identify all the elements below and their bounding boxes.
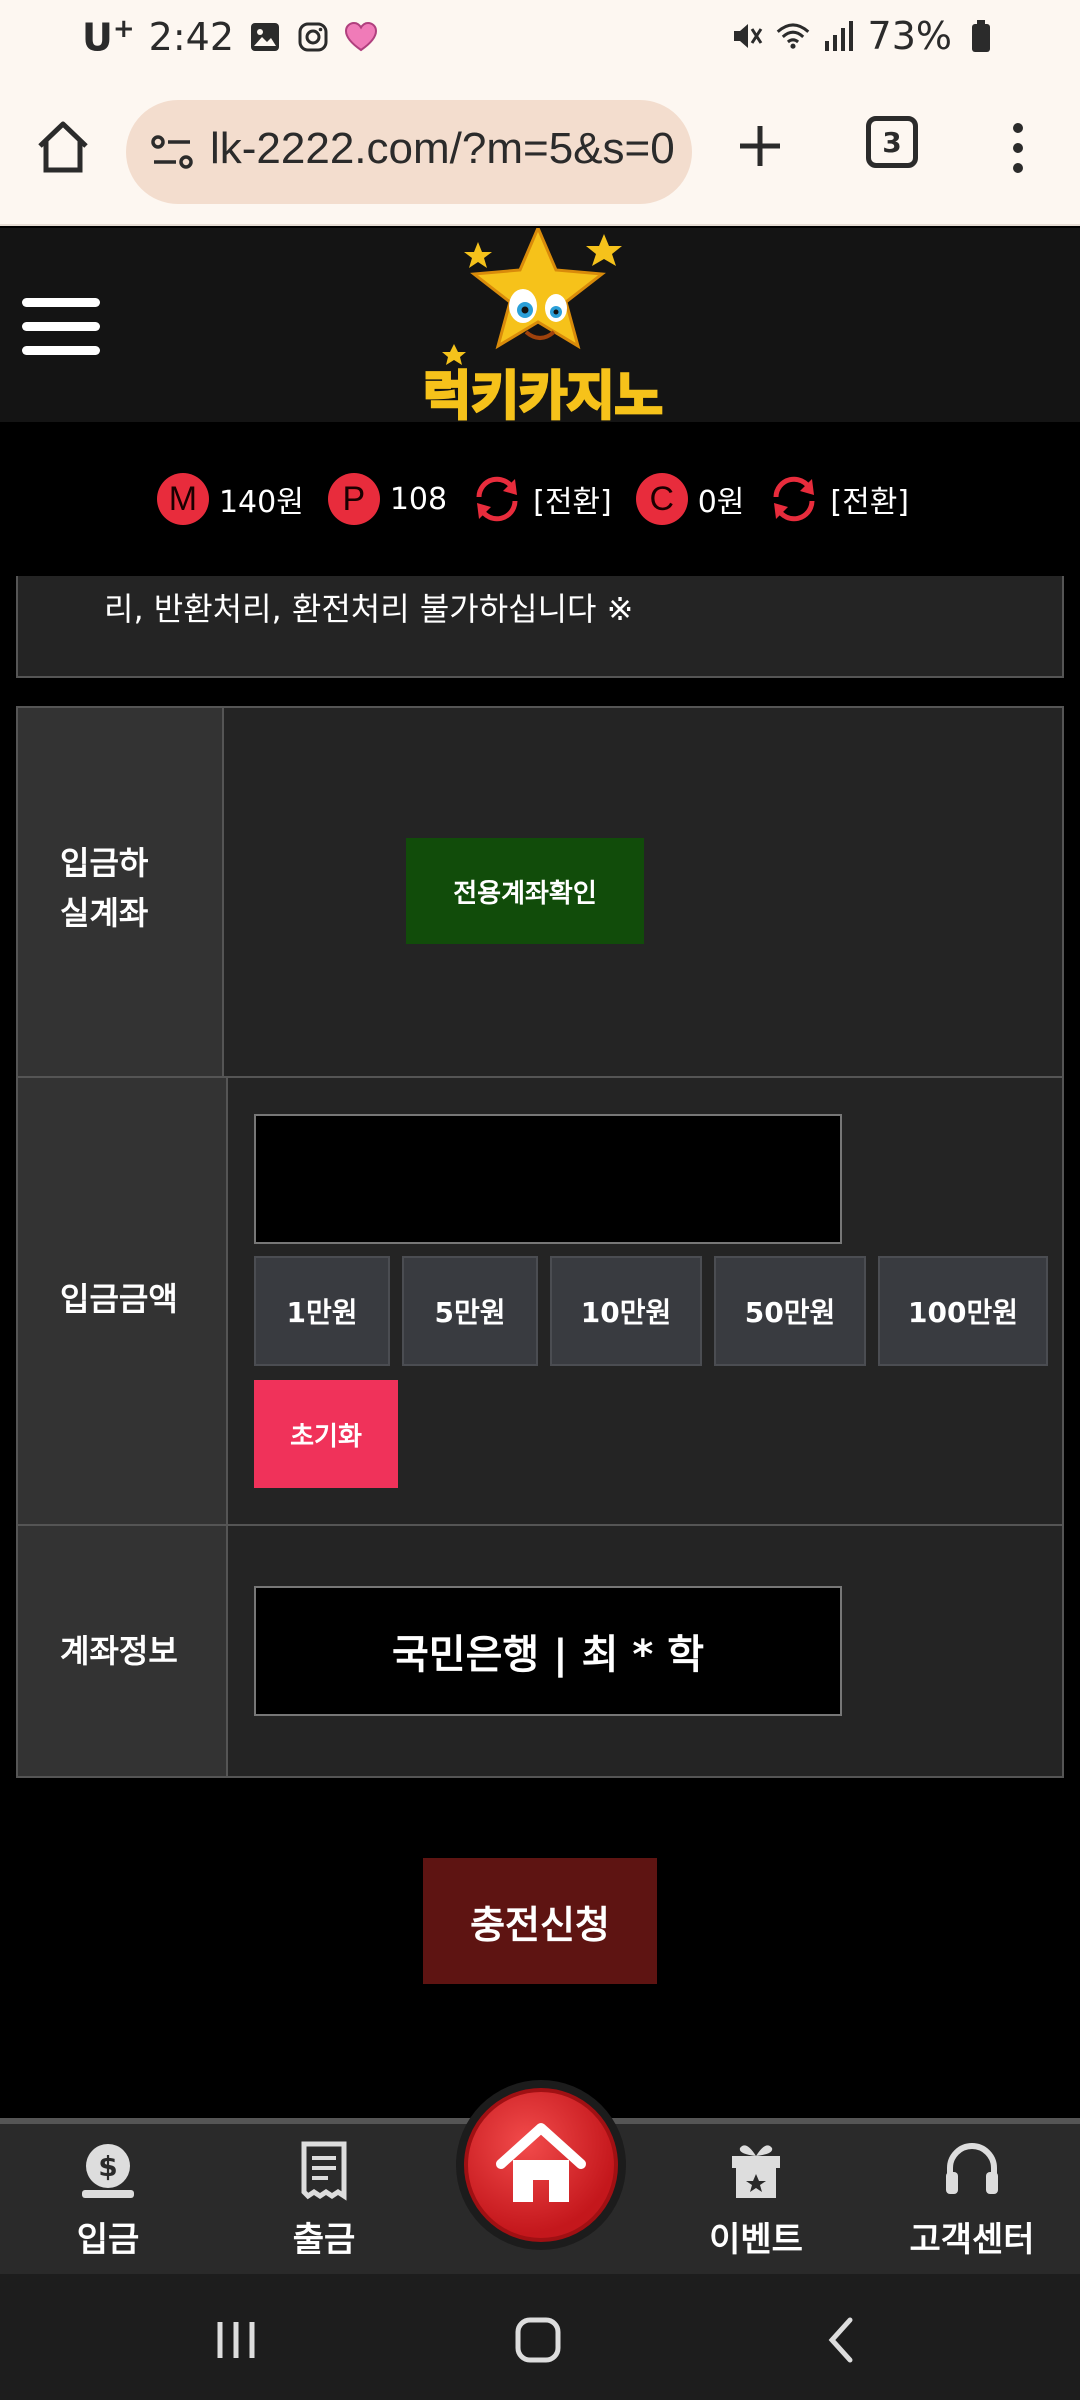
- recent-apps-button[interactable]: [206, 2310, 266, 2370]
- amount-1m-button[interactable]: 100만원: [878, 1256, 1048, 1366]
- refresh-icon[interactable]: [471, 473, 523, 525]
- clock: 2:42: [148, 14, 234, 59]
- nav-event-label: 이벤트: [709, 2220, 803, 2260]
- url-text: lk-2222.com/?m=5&s=0: [210, 124, 675, 173]
- nav-deposit-label: 입금: [76, 2220, 140, 2260]
- svg-text:$: $: [98, 2150, 117, 2183]
- deposit-account-content: 전용계좌확인: [18, 708, 1062, 1076]
- money-balance: 140원: [218, 485, 304, 520]
- amount-100k-button[interactable]: 10만원: [550, 1256, 702, 1366]
- amount-500k-button[interactable]: 50만원: [714, 1256, 866, 1366]
- home-button[interactable]: [464, 2088, 618, 2242]
- new-tab-button[interactable]: [730, 116, 790, 176]
- nav-deposit[interactable]: $ 입금: [28, 2138, 188, 2278]
- logo-wordmark: 럭키카지노: [423, 367, 662, 422]
- charge-request-button[interactable]: 충전신청: [423, 1858, 657, 1984]
- balance-bar: M 140원 P 108 [전환] C 0원 [전환]: [0, 422, 1080, 576]
- nav-withdraw[interactable]: 출금: [244, 2138, 404, 2278]
- deposit-form: 입금하 실계좌 전용계좌확인 입금금액 1만원 5만원 10만원 50만원 10…: [16, 706, 1064, 1778]
- back-chevron-icon: [828, 2317, 853, 2363]
- headset-icon: [946, 2143, 998, 2194]
- wifi-icon: [776, 19, 810, 53]
- nav-home[interactable]: [456, 2080, 626, 2250]
- browser-toolbar: lk-2222.com/?m=5&s=0 3: [0, 76, 1080, 226]
- tab-switcher-button[interactable]: 3: [866, 116, 918, 168]
- system-home-button[interactable]: [508, 2310, 568, 2370]
- nav-support[interactable]: 고객센터: [892, 2138, 1052, 2278]
- point-badge: P: [327, 473, 380, 525]
- casino-convert-link[interactable]: [전환]: [830, 477, 909, 521]
- plus-icon: [740, 126, 780, 166]
- amount-input[interactable]: [254, 1114, 842, 1244]
- system-nav-bar: [0, 2274, 1080, 2400]
- hamburger-bar: [22, 322, 100, 331]
- carrier-label: U+: [82, 14, 135, 60]
- home-icon: [496, 2123, 586, 2202]
- hamburger-bar: [22, 298, 100, 307]
- site-header: 럭키카지노: [0, 224, 1080, 429]
- square-home-icon: [515, 2317, 561, 2363]
- money-bag-icon: $: [82, 2144, 134, 2198]
- signal-icon: [822, 19, 856, 53]
- deposit-account-row: 입금하 실계좌 전용계좌확인: [18, 708, 1062, 1078]
- browser-home-button[interactable]: [34, 118, 92, 176]
- account-info-content: 국민은행 | 최 * 학: [18, 1526, 1062, 1776]
- point-balance: 108: [389, 481, 448, 517]
- battery-percent: 73%: [867, 14, 952, 58]
- address-bar[interactable]: lk-2222.com/?m=5&s=0: [126, 100, 692, 204]
- gallery-icon: [248, 20, 282, 54]
- point-convert-link[interactable]: [전환]: [533, 477, 612, 521]
- notice-box: 리, 반환처리, 환전처리 불가하십니다 ※: [16, 576, 1064, 678]
- casino-balance: 0원: [697, 485, 745, 520]
- nav-event[interactable]: 이벤트: [676, 2138, 836, 2278]
- amount-50k-button[interactable]: 5만원: [402, 1256, 538, 1366]
- money-badge: M: [156, 473, 209, 525]
- nav-withdraw-label: 출금: [292, 2220, 356, 2260]
- battery-icon: [964, 19, 998, 53]
- nav-support-label: 고객센터: [909, 2220, 1035, 2260]
- account-info-row: 계좌정보 국민은행 | 최 * 학: [18, 1526, 1062, 1776]
- deposit-amount-row: 입금금액 1만원 5만원 10만원 50만원 100만원 초기화: [18, 1078, 1062, 1526]
- home-icon: [38, 121, 88, 173]
- heart-icon: [344, 20, 378, 54]
- instagram-icon: [296, 20, 330, 54]
- more-vert-icon: [1013, 123, 1023, 173]
- mute-icon: [730, 19, 764, 53]
- deposit-amount-content: 1만원 5만원 10만원 50만원 100만원 초기화: [18, 1078, 1062, 1524]
- status-bar: U+ 2:42 73%: [0, 0, 1080, 76]
- status-right: 73%: [730, 14, 998, 58]
- reset-amount-button[interactable]: 초기화: [254, 1380, 398, 1488]
- star-mascot-logo: 럭키카지노: [422, 224, 664, 429]
- hamburger-menu-button[interactable]: [22, 298, 100, 355]
- account-info-value: 국민은행 | 최 * 학: [254, 1586, 842, 1716]
- confirm-account-button[interactable]: 전용계좌확인: [406, 838, 644, 944]
- status-left: U+ 2:42: [82, 14, 378, 60]
- browser-menu-button[interactable]: [1000, 116, 1036, 180]
- notice-text: 리, 반환처리, 환전처리 불가하십니다 ※: [104, 590, 634, 628]
- gift-icon: [732, 2145, 780, 2198]
- receipt-icon: [301, 2141, 347, 2201]
- casino-badge: C: [635, 473, 688, 525]
- refresh-icon[interactable]: [768, 473, 820, 525]
- site-logo[interactable]: 럭키카지노: [398, 224, 688, 429]
- recents-icon: [217, 2322, 255, 2358]
- hamburger-bar: [22, 346, 100, 355]
- system-back-button[interactable]: [812, 2310, 872, 2370]
- amount-10k-button[interactable]: 1만원: [254, 1256, 390, 1366]
- site-settings-icon[interactable]: [148, 128, 196, 176]
